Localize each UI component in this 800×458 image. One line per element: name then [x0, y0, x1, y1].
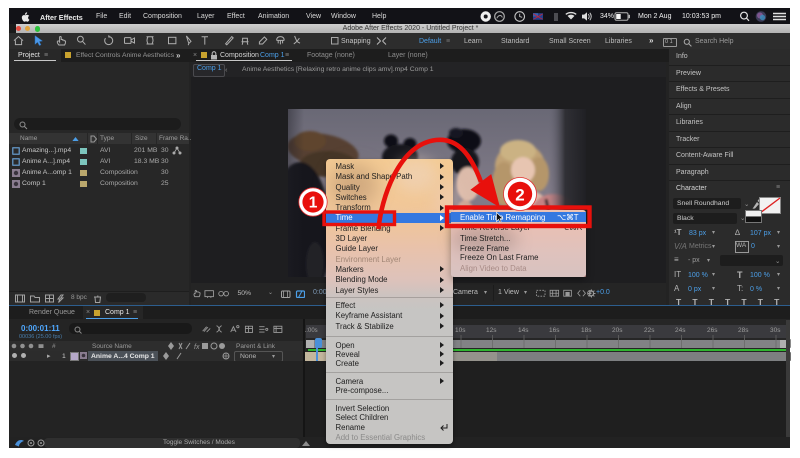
svg-text:1: 1: [309, 195, 318, 212]
svg-text:2: 2: [515, 186, 524, 205]
